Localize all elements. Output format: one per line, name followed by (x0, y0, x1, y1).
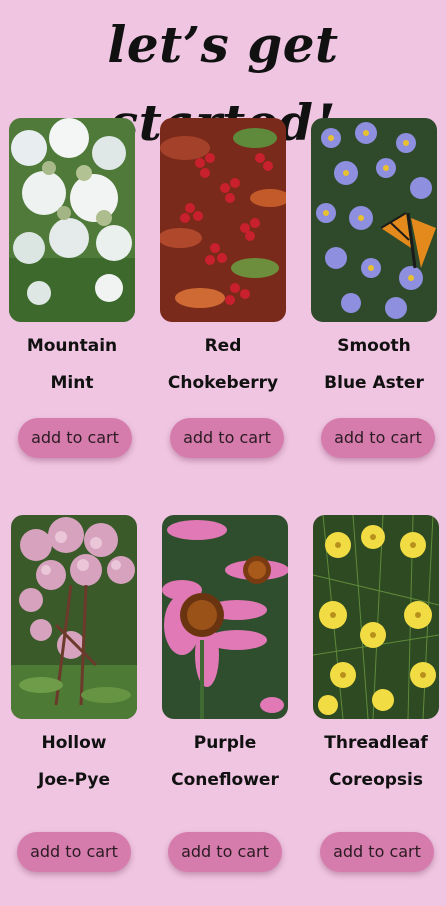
product-name: Hollow Joe-Pye (38, 733, 110, 790)
product-name: Smooth Blue Aster (324, 336, 424, 393)
product-name: Red Chokeberry (167, 336, 279, 393)
add-to-cart-button[interactable]: add to cart (168, 832, 282, 872)
hollow-joe-pye-photo[interactable] (11, 515, 137, 719)
product-name: Mountain Mint (26, 336, 118, 393)
shop-page: let’s get started! (0, 0, 446, 906)
mountain-mint-photo[interactable] (9, 118, 135, 322)
product-name: Purple Coneflower (171, 733, 279, 790)
add-to-cart-button[interactable]: add to cart (321, 418, 435, 458)
add-to-cart-button[interactable]: add to cart (18, 418, 132, 458)
add-to-cart-button[interactable]: add to cart (17, 832, 131, 872)
add-to-cart-button[interactable]: add to cart (170, 418, 284, 458)
threadleaf-coreopsis-photo[interactable] (313, 515, 439, 719)
red-chokeberry-photo[interactable] (160, 118, 286, 322)
product-name: Threadleaf Coreopsis (324, 733, 428, 790)
add-to-cart-button[interactable]: add to cart (320, 832, 434, 872)
purple-coneflower-photo[interactable] (162, 515, 288, 719)
smooth-blue-aster-photo[interactable] (311, 118, 437, 322)
